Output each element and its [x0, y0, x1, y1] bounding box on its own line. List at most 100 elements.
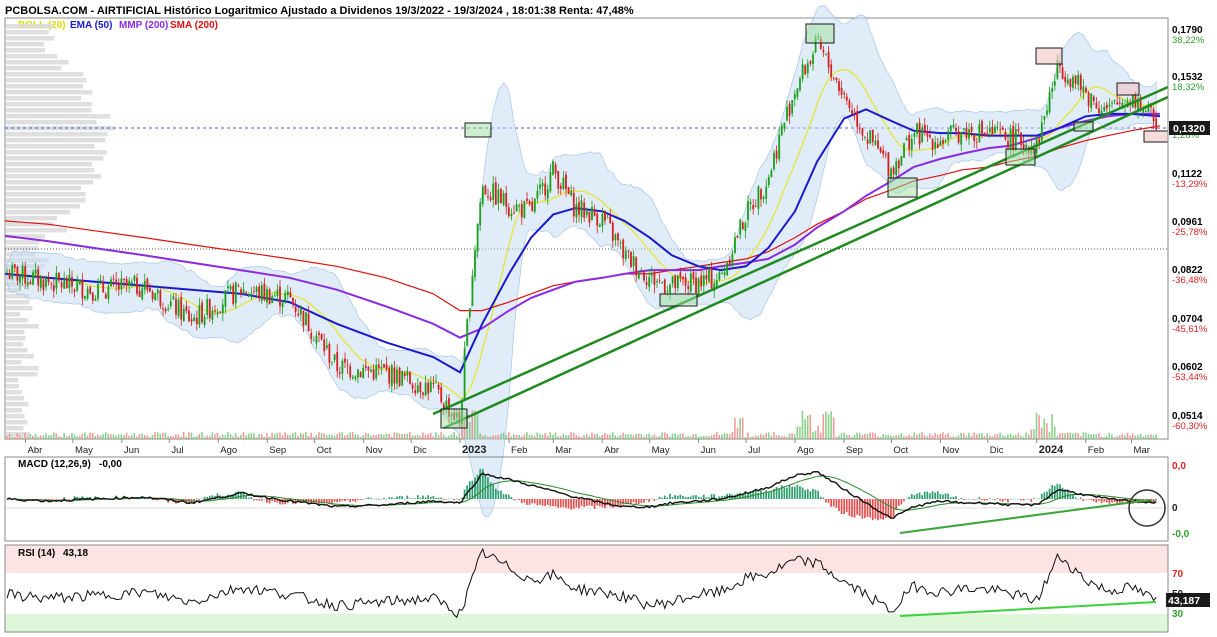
- macd-bar-172: [453, 499, 455, 501]
- volume-bar-140: [370, 435, 372, 439]
- volume-profile-bar-19: [6, 138, 106, 143]
- macd-bar-385: [1007, 499, 1009, 503]
- chart-svg: PCBOLSA.COM - AIRTIFICIAL Histórico Loga…: [0, 0, 1217, 637]
- volume-bar-35: [97, 434, 99, 439]
- macd-bar-247: [648, 499, 650, 503]
- macd-bar-250: [656, 499, 658, 500]
- macd-bar-415: [1085, 499, 1087, 500]
- candle-body-374: [978, 124, 981, 143]
- candle-body-324: [848, 100, 851, 108]
- candle-body-226: [593, 209, 596, 216]
- candle-body-152: [401, 370, 404, 385]
- candle-body-240: [630, 251, 632, 267]
- volume-bar-172: [453, 432, 455, 439]
- candle-body-407: [1064, 76, 1067, 83]
- volume-bar-123: [325, 435, 328, 439]
- volume-bar-193: [507, 432, 510, 439]
- candle-body-392: [1025, 144, 1028, 148]
- pct-label-3: -13,29%: [1172, 179, 1208, 190]
- candle-body-297: [778, 134, 781, 160]
- macd-bar-74: [198, 499, 201, 502]
- candle-body-186: [489, 197, 492, 200]
- volume-bar-351: [918, 433, 921, 439]
- macd-bar-375: [981, 499, 983, 501]
- volume-bar-52: [141, 433, 143, 439]
- macd-bar-182: [479, 468, 481, 499]
- volume-profile-bar-28: [6, 192, 86, 197]
- volume-bar-426: [1113, 436, 1116, 439]
- macd-bar-396: [1035, 498, 1038, 500]
- volume-bar-71: [190, 432, 193, 439]
- candle-body-121: [320, 333, 323, 340]
- volume-bar-260: [682, 433, 684, 439]
- volume-bar-211: [554, 432, 557, 439]
- volume-bar-255: [669, 436, 671, 439]
- volume-bar-87: [232, 436, 234, 439]
- volume-bar-396: [1035, 412, 1038, 439]
- candle-body-66: [177, 299, 180, 316]
- candle-body-28: [78, 279, 81, 285]
- volume-bar-16: [47, 435, 50, 439]
- volume-bar-288: [754, 435, 757, 439]
- volume-bar-207: [544, 433, 546, 439]
- candle-body-217: [570, 190, 573, 196]
- volume-bar-113: [299, 433, 302, 439]
- macd-bar-312: [817, 491, 819, 499]
- volume-bar-415: [1085, 432, 1087, 439]
- volume-bar-115: [305, 432, 307, 439]
- volume-bar-187: [492, 435, 494, 439]
- volume-bar-34: [94, 435, 97, 439]
- volume-bar-343: [897, 435, 900, 439]
- candle-body-36: [99, 279, 102, 283]
- macd-bar-316: [827, 499, 830, 503]
- candle-body-309: [809, 61, 812, 64]
- macd-bar-317: [830, 499, 832, 507]
- candle-body-72: [193, 316, 196, 322]
- candle-body-255: [669, 284, 671, 294]
- volume-bar-18: [52, 432, 55, 439]
- macd-bar-159: [419, 497, 422, 499]
- volume-profile-bar-22: [6, 156, 104, 161]
- volume-bar-147: [388, 433, 390, 439]
- volume-profile-bar-8: [6, 72, 84, 77]
- volume-profile-bar-48: [6, 312, 21, 317]
- volume-profile-bar-58: [6, 372, 38, 377]
- candle-body-42: [115, 279, 118, 285]
- pct-label-5: -36,48%: [1172, 275, 1208, 286]
- candle-body-264: [692, 272, 695, 280]
- candle-body-256: [671, 276, 674, 284]
- macd-bar-179: [471, 480, 474, 499]
- volume-bar-151: [398, 433, 401, 439]
- candle-body-29: [81, 279, 84, 299]
- macd-bar-293: [767, 492, 770, 499]
- candle-body-229: [601, 213, 604, 227]
- candle-body-414: [1082, 86, 1085, 93]
- candle-body-103: [273, 295, 276, 297]
- volume-bar-206: [541, 434, 544, 439]
- month-label-6: Oct: [317, 445, 332, 456]
- macd-bar-77: [206, 496, 208, 499]
- macd-axis-bottom: -0,0: [1172, 529, 1190, 540]
- candle-body-90: [240, 289, 242, 294]
- volume-profile-bar-11: [6, 90, 93, 95]
- macd-bar-351: [918, 492, 921, 499]
- volume-profile-bar-64: [6, 408, 22, 413]
- volume-bar-106: [281, 435, 284, 439]
- volume-profile-bar-9: [6, 78, 87, 83]
- candle-body-89: [237, 285, 240, 287]
- macd-bar-412: [1077, 499, 1079, 500]
- candle-body-387: [1012, 125, 1015, 151]
- volume-bar-102: [271, 432, 273, 439]
- volume-bar-126: [333, 436, 336, 439]
- volume-bar-146: [385, 433, 388, 439]
- volume-bar-264: [692, 434, 695, 439]
- candle-body-427: [1116, 102, 1119, 105]
- macd-bar-157: [414, 498, 416, 499]
- volume-bar-65: [175, 434, 177, 439]
- volume-bar-240: [630, 434, 632, 439]
- candle-body-52: [141, 288, 144, 299]
- candle-body-114: [302, 310, 305, 327]
- volume-profile-bar-57: [6, 366, 39, 371]
- volume-bar-275: [721, 434, 723, 439]
- macd-bar-269: [705, 497, 708, 499]
